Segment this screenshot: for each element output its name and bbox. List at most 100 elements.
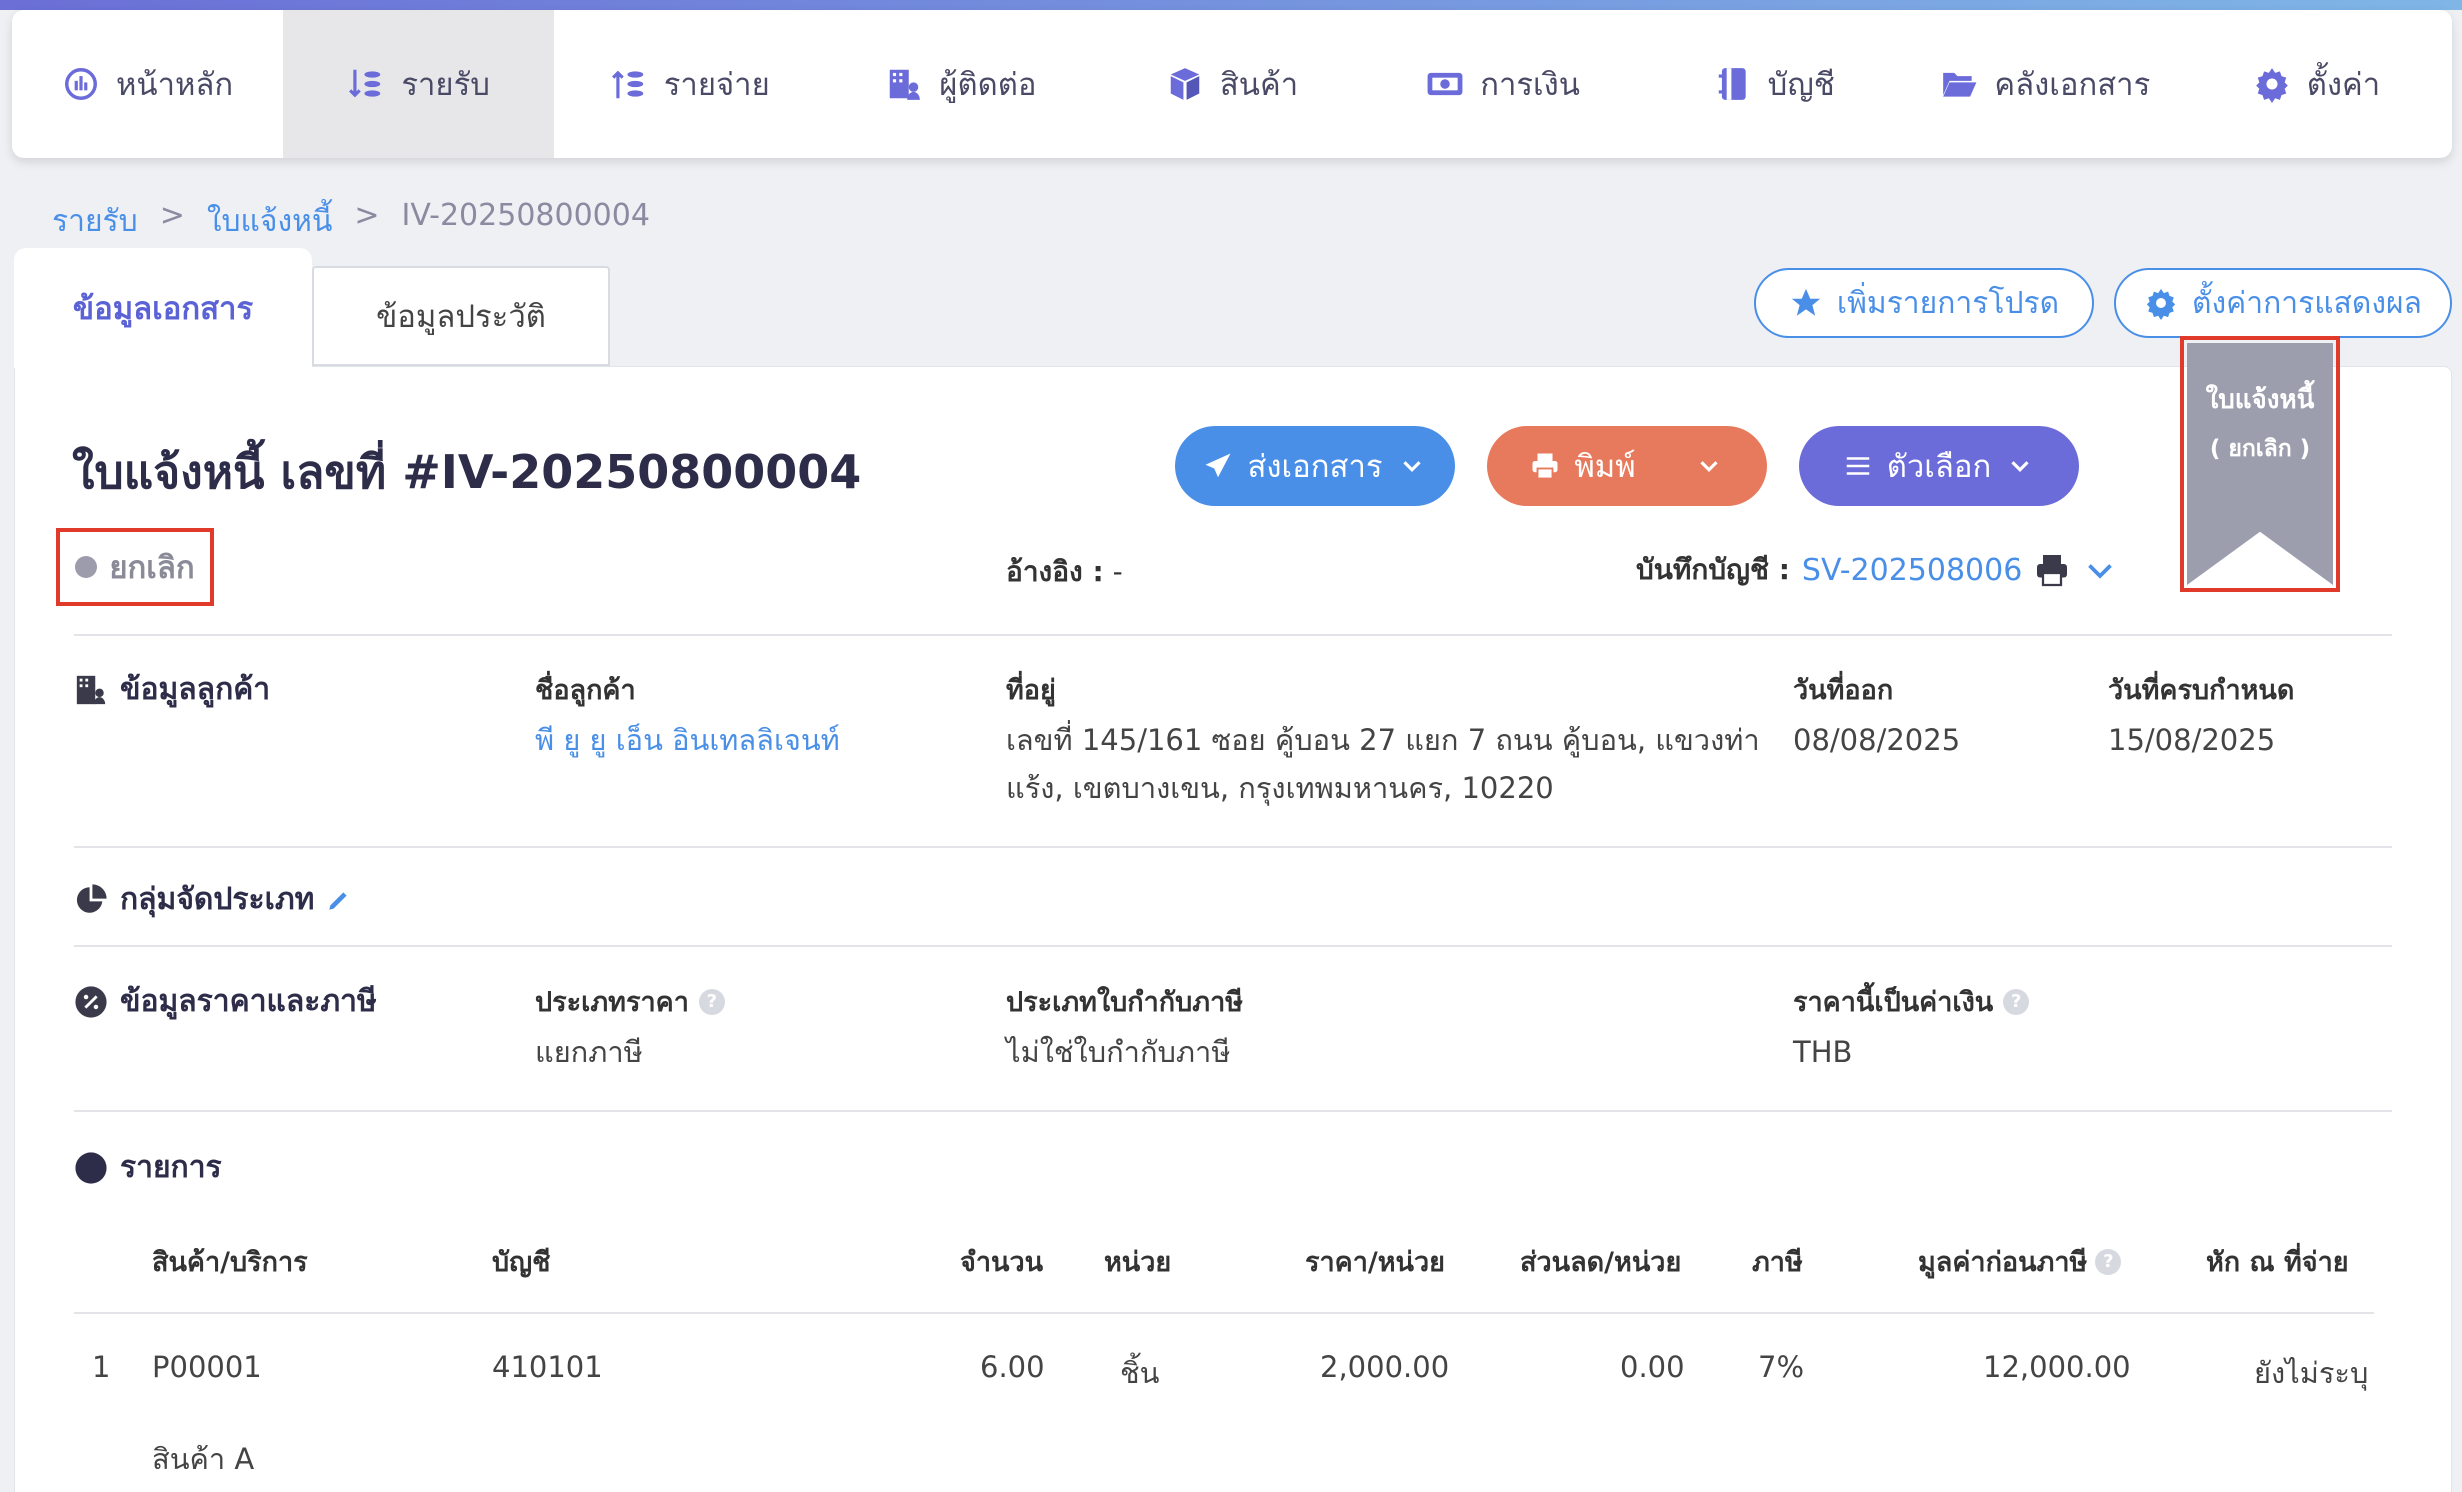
send-document-button[interactable]: ส่งเอกสาร [1175,426,1455,506]
menu-icon [1846,457,1869,475]
journal-entry-label: บันทึกบัญชี : [1636,553,1790,586]
help-icon[interactable]: ? [698,988,725,1015]
chevron-down-icon[interactable] [2082,552,2118,588]
col-header-account: บัญชี [492,1247,551,1278]
print-button[interactable]: พิมพ์ [1487,426,1767,506]
tab-document-info[interactable]: ข้อมูลเอกสาร [14,248,312,368]
row-account: 410101 [492,1350,603,1384]
pencil-icon[interactable] [326,887,352,913]
col-header-wht: หัก ณ ที่จ่าย [2206,1247,2349,1278]
customer-name-label: ชื่อลูกค้า [535,675,636,706]
journal-entry-link[interactable]: SV-202508006 [1802,553,2022,588]
nav-label-money: การเงิน [1480,67,1580,103]
status-text: ยกเลิก [109,550,195,586]
printer-icon[interactable] [2034,552,2070,588]
issue-date-label: วันที่ออก [1793,675,1894,706]
divider [74,634,2392,636]
row-tax: 7% [1758,1350,1805,1384]
contacts-icon [890,69,921,100]
category-section-label: กลุ่มจัดประเภท [120,882,315,917]
document-card [14,366,2452,1492]
gear-icon [2255,68,2288,103]
row-qty: 6.00 [980,1350,1045,1384]
customer-section-label: ข้อมูลลูกค้า [120,672,271,707]
tab-history[interactable]: ข้อมูลประวัติ [312,266,610,366]
gear-icon [2146,288,2176,320]
row-pretax: 12,000.00 [1983,1350,2131,1384]
help-icon[interactable]: ? [2095,1248,2122,1275]
nav-label-home: หน้าหลัก [115,67,234,103]
status-badge: ยกเลิก [56,528,214,606]
display-settings-button[interactable]: ตั้งค่าการแสดงผล [2114,268,2452,338]
nav-label-documents: คลังเอกสาร [1994,67,2151,103]
nav-item-expense[interactable]: รายจ่าย [554,10,825,158]
status-dot [75,556,98,578]
due-date-label: วันที่ครบกำหนด [2108,675,2295,706]
nav-item-settings[interactable]: ตั้งค่า [2181,10,2452,158]
divider [74,945,2392,947]
customer-name-link[interactable]: พี ยู ยู เอ็น อินเทลลิเจนท์ [535,716,840,764]
doc-tabs: ข้อมูลเอกสาร ข้อมูลประวัติ [14,248,610,368]
add-favorite-button[interactable]: เพิ่มรายการโปรด [1754,268,2094,338]
display-settings-label: ตั้งค่าการแสดงผล [2192,285,2422,321]
breadcrumb-invoice[interactable]: ใบแจ้งหนี้ [207,198,333,245]
nav-item-ledger[interactable]: บัญชี [1639,10,1910,158]
product-code-link[interactable]: P00001 [152,1350,262,1384]
col-header-pretax: มูลค่าก่อนภาษี ? [1918,1240,2122,1283]
send-document-label: ส่งเอกสาร [1247,449,1383,485]
nav-item-income[interactable]: รายรับ [283,10,555,158]
ledger-icon [1718,68,1746,100]
row-product-name: สินค้า A [152,1442,255,1476]
divider [74,846,2392,848]
reference: อ้างอิง : - [1006,550,1123,594]
row-unit: ชิ้น [1120,1356,1160,1390]
nav-label-settings: ตั้งค่า [2306,67,2381,103]
reference-label: อ้างอิง : [1006,555,1104,588]
chevron-down-icon [2011,461,2029,472]
star-icon [1791,288,1821,316]
percent-badge-icon [75,985,107,1018]
nav-item-money[interactable]: การเงิน [1368,10,1639,158]
nav-label-expense: รายจ่าย [663,67,770,103]
nav-item-home[interactable]: หน้าหลัก [12,10,283,158]
page-title: ใบแจ้งหนี้ เลขที่ #IV-20250800004 [72,445,862,499]
printer-icon [1532,453,1558,480]
main-nav: หน้าหลัก รายรับ รายจ่าย ผู้ติดต่อ สินค้า… [12,10,2452,158]
row-wht: ยังไม่ระบุ [2254,1356,2369,1390]
pricing-section-title: ข้อมูลราคาและภาษี [74,978,377,1025]
top-gradient-strip [0,0,2462,10]
folder-icon [1943,72,1977,97]
nav-label-income: รายรับ [401,67,490,103]
pricing-section-label: ข้อมูลราคาและภาษี [120,984,377,1019]
add-favorite-label: เพิ่มรายการโปรด [1836,285,2060,321]
row-price: 2,000.00 [1320,1350,1450,1384]
ribbon-highlight [2180,336,2340,592]
nav-label-ledger: บัญชี [1767,67,1835,103]
expense-icon [611,70,644,99]
nav-item-product[interactable]: สินค้า [1096,10,1367,158]
options-button[interactable]: ตัวเลือก [1799,426,2079,506]
nav-item-documents[interactable]: คลังเอกสาร [1910,10,2181,158]
dashboard-icon [64,68,97,100]
breadcrumb-income[interactable]: รายรับ [52,198,138,245]
col-header-pretax-text: มูลค่าก่อนภาษี [1918,1247,2088,1278]
col-header-product: สินค้า/บริการ [152,1247,308,1278]
col-header-price: ราคา/หน่วย [1305,1247,1445,1278]
help-icon[interactable]: ? [2003,988,2030,1015]
price-type: แยกภาษี [535,1035,643,1069]
address-label: ที่อยู่ [1006,675,1056,706]
chevron-down-icon [1402,461,1421,472]
nav-label-contacts: ผู้ติดต่อ [939,67,1037,103]
address-line-2: แร้ง, เขตบางเขน, กรุงเทพมหานคร, 10220 [1006,771,1554,805]
currency: THB [1793,1035,1853,1069]
nav-item-contacts[interactable]: ผู้ติดต่อ [825,10,1096,158]
price-type-label: ประเภทราคา ? [535,980,725,1023]
category-section-title: กลุ่มจัดประเภท [74,876,352,923]
paper-plane-icon [1205,453,1231,478]
address-line-1: เลขที่ 145/161 ซอย คู้บอน 27 แยก 7 ถนน ค… [1006,723,1760,757]
print-label: พิมพ์ [1574,449,1636,485]
divider [74,1110,2392,1112]
price-type-label-text: ประเภทราคา [535,987,689,1018]
col-header-tax: ภาษี [1752,1247,1803,1278]
col-header-unit: หน่วย [1104,1247,1172,1278]
